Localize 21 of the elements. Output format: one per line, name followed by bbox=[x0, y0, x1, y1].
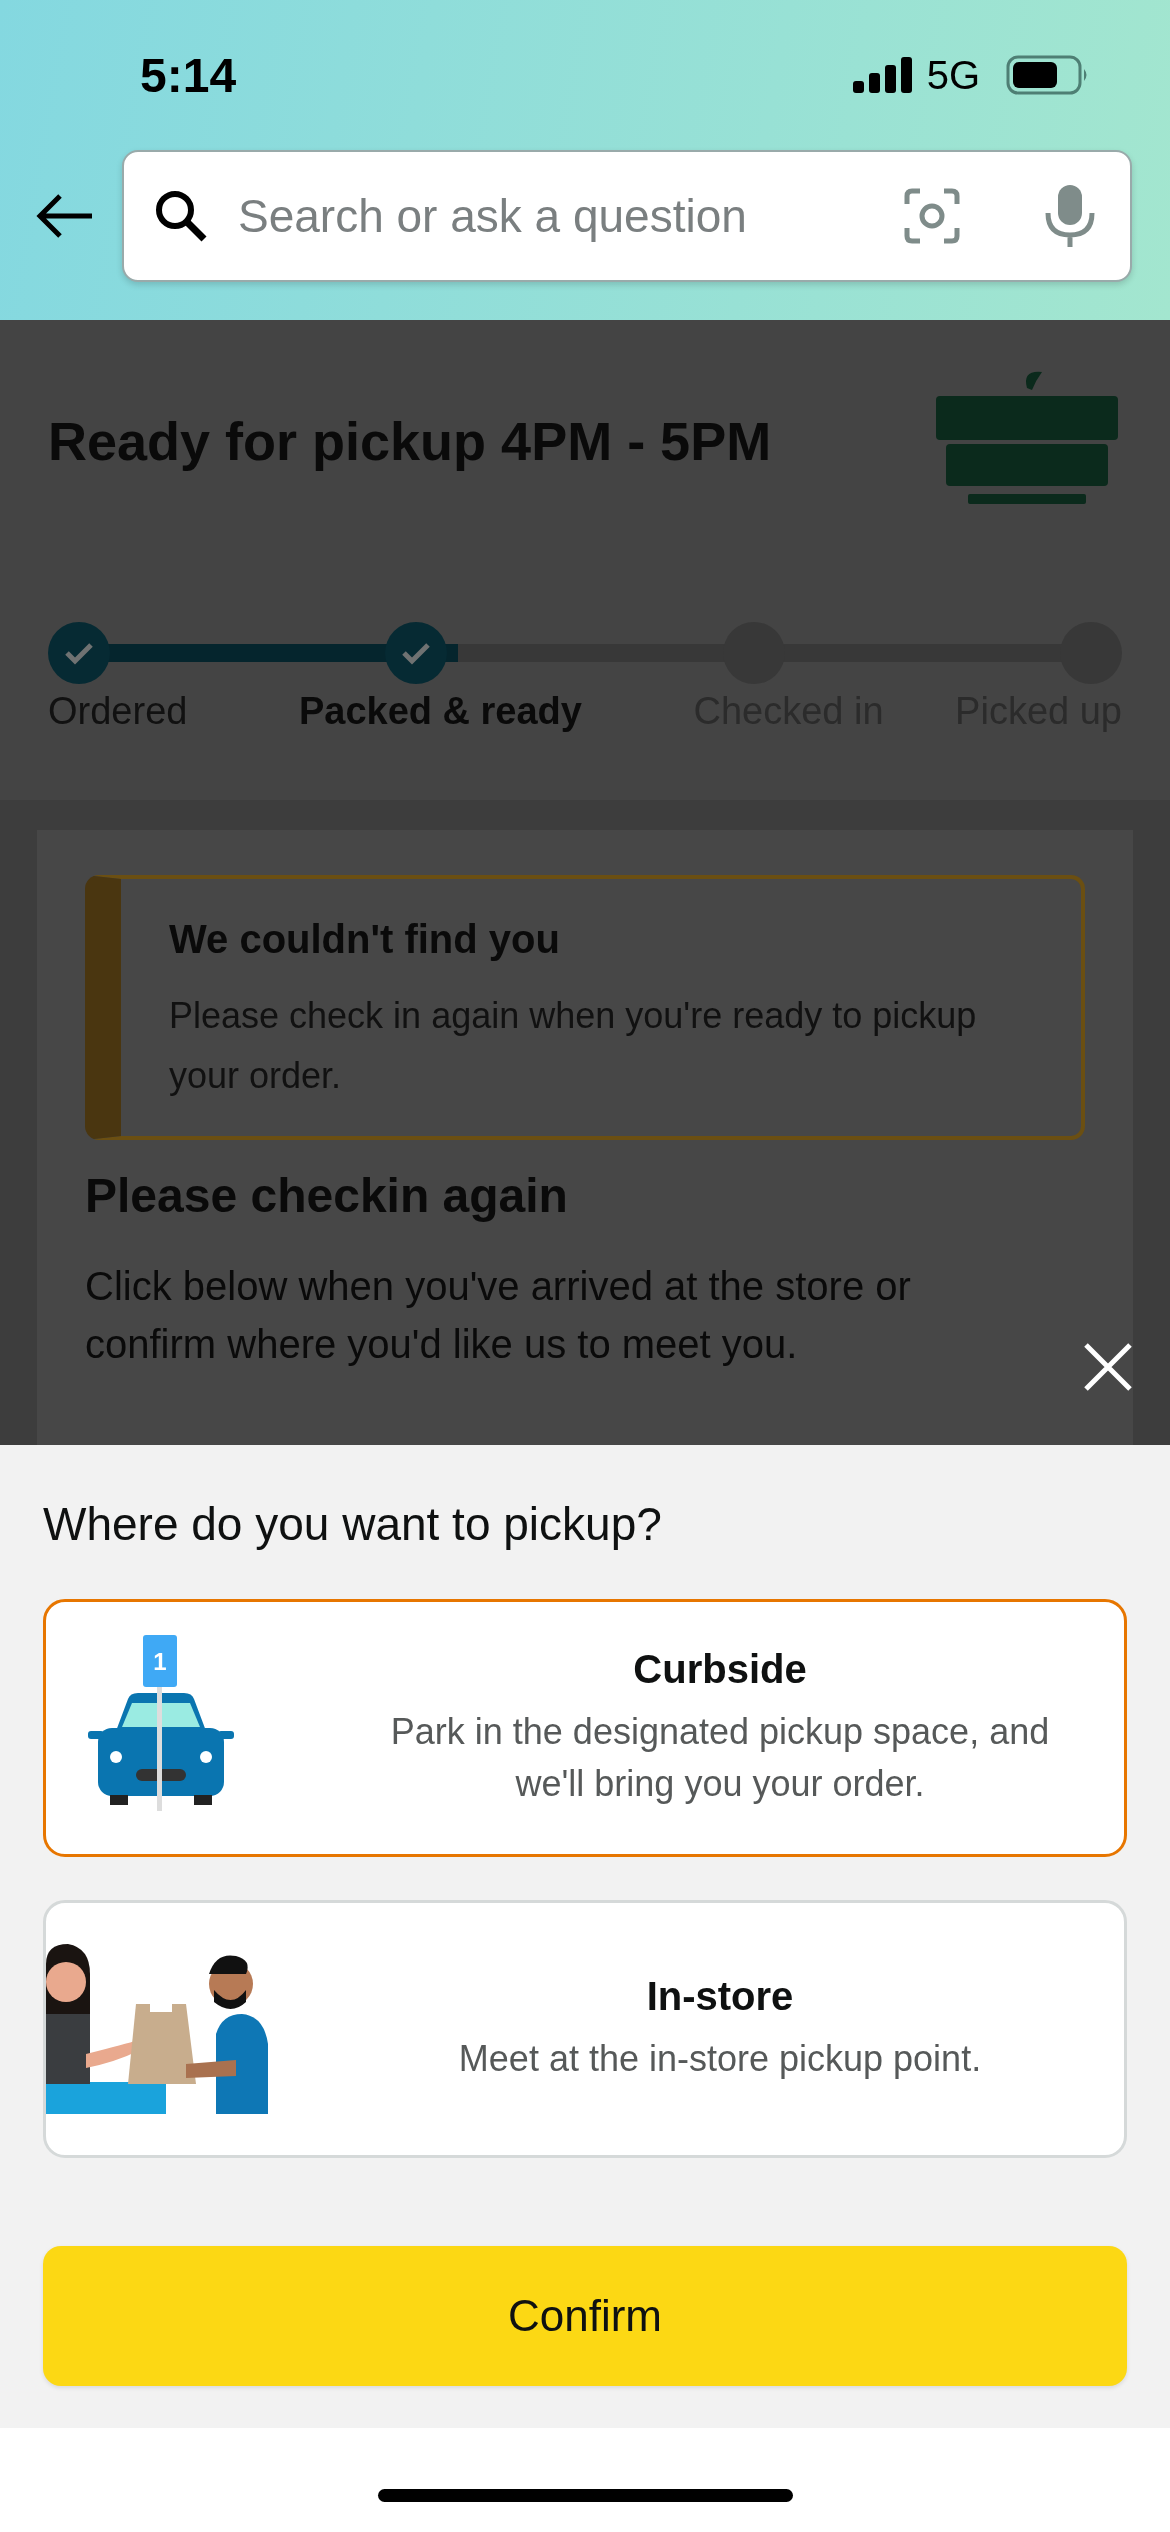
check-icon bbox=[401, 641, 432, 665]
status-time: 5:14 bbox=[140, 47, 237, 103]
confirm-button[interactable]: Confirm bbox=[43, 2246, 1127, 2386]
signal-icon bbox=[852, 57, 913, 93]
search-field[interactable]: Search or ask a question bbox=[122, 150, 1132, 282]
checkin-heading: Please checkin again bbox=[85, 1168, 569, 1223]
search-input[interactable]: Search or ask a question bbox=[236, 188, 876, 244]
search-icon bbox=[154, 189, 208, 243]
pickup-title: Ready for pickup 4PM - 5PM bbox=[48, 410, 772, 472]
camera-icon[interactable] bbox=[904, 188, 960, 244]
check-icon bbox=[64, 641, 94, 665]
network-label: 5G bbox=[926, 52, 980, 98]
sheet-title: Where do you want to pickup? bbox=[43, 1497, 663, 1551]
alert-title: We couldn't find you bbox=[169, 917, 561, 962]
step-label: Packed & ready bbox=[298, 690, 582, 733]
pickup-option[interactable]: 1 Curbside Park in the designated pickup space, and we'll bring you your order. bbox=[43, 1599, 1127, 1857]
checkin-text: Click below when you've arrived at the store or confirm where you'd like us to meet you. bbox=[85, 1263, 912, 1368]
back-arrow-icon[interactable] bbox=[36, 194, 94, 238]
close-icon[interactable] bbox=[1082, 1341, 1134, 1393]
pickup-option[interactable]: In-store Meet at the in-store pickup point. bbox=[43, 1900, 1127, 2158]
microphone-icon[interactable] bbox=[1044, 183, 1096, 249]
